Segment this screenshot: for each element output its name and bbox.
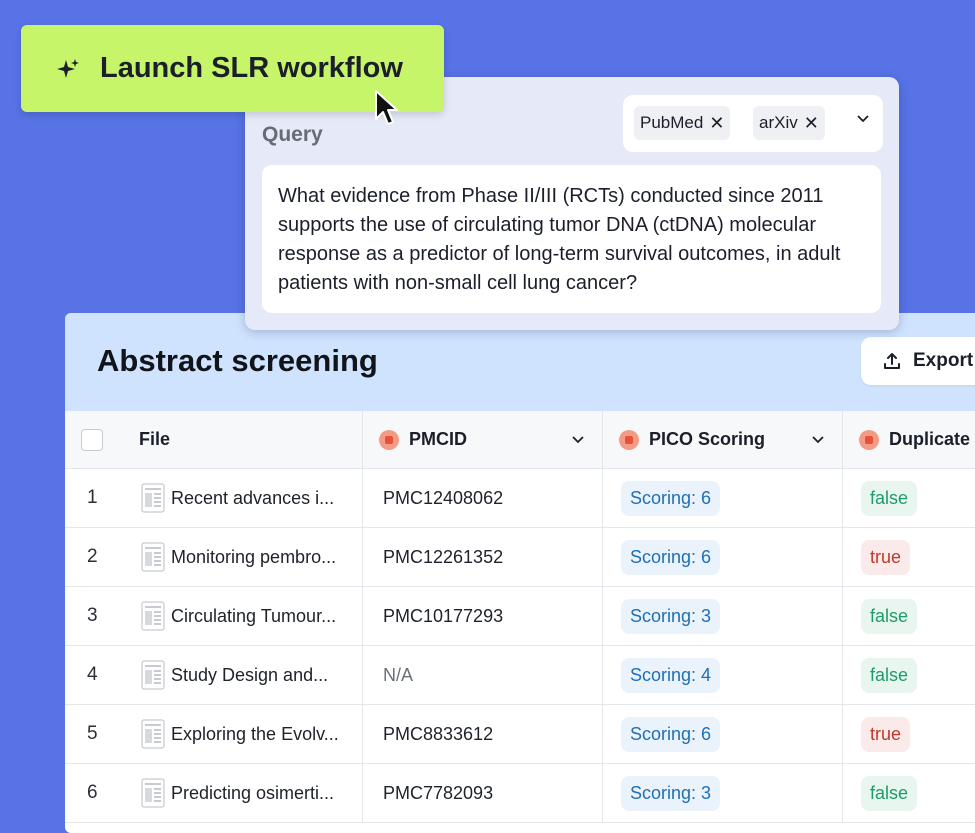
row-index: 3 (87, 605, 98, 626)
close-icon[interactable]: ✕ (709, 113, 724, 134)
export-button[interactable]: Export (861, 337, 975, 385)
document-icon (141, 719, 165, 749)
source-chip-label: arXiv (759, 113, 798, 132)
score-badge: Scoring: 6 (621, 480, 721, 516)
row-index: 2 (87, 546, 98, 567)
document-icon (141, 778, 165, 808)
pmcid-value: PMC12261352 (383, 546, 504, 567)
table-row[interactable]: 6 Predicting osimerti... PMC7782093 Scor… (65, 763, 975, 823)
score-badge: Scoring: 3 (621, 775, 721, 811)
score-badge: Scoring: 6 (621, 539, 721, 575)
score-badge: Scoring: 3 (621, 598, 721, 634)
row-index: 4 (87, 664, 98, 685)
table-header-row: File PMCID PICO Scoring Duplicate (65, 411, 975, 469)
duplicate-badge: true (861, 539, 911, 575)
source-icon (379, 429, 399, 450)
file-name[interactable]: Study Design and... (171, 665, 328, 686)
source-icon (619, 429, 639, 450)
abstract-screening-panel: Abstract screening Export File PMCID PIC… (65, 313, 975, 833)
file-name[interactable]: Recent advances i... (171, 488, 334, 509)
duplicate-badge: false (861, 657, 918, 693)
query-input[interactable]: What evidence from Phase II/III (RCTs) c… (262, 165, 881, 313)
pmcid-value: PMC10177293 (383, 605, 504, 626)
pmcid-value: PMC8833612 (383, 723, 494, 744)
select-all-checkbox[interactable] (81, 428, 103, 451)
document-icon (141, 601, 165, 631)
row-index: 1 (87, 487, 98, 508)
table-row[interactable]: 5 Exploring the Evolv... PMC8833612 Scor… (65, 704, 975, 764)
row-index: 5 (87, 723, 98, 744)
file-name[interactable]: Exploring the Evolv... (171, 724, 339, 745)
column-header-duplicate[interactable]: Duplicate (889, 429, 970, 450)
file-name[interactable]: Monitoring pembro... (171, 547, 336, 568)
query-label: Query (262, 123, 323, 146)
page-title: Abstract screening (97, 343, 378, 378)
row-index: 6 (87, 782, 98, 803)
column-header-pmcid[interactable]: PMCID (409, 429, 467, 450)
document-icon (141, 660, 165, 690)
duplicate-badge: false (861, 598, 918, 634)
score-badge: Scoring: 6 (621, 716, 721, 752)
pmcid-value: PMC12408062 (383, 487, 504, 508)
source-chip-arxiv[interactable]: arXiv ✕ (753, 106, 825, 140)
file-name[interactable]: Circulating Tumour... (171, 606, 336, 627)
duplicate-badge: false (861, 480, 918, 516)
table-row[interactable]: 2 Monitoring pembro... PMC12261352 Scori… (65, 527, 975, 587)
source-icon (859, 429, 879, 450)
source-selector[interactable]: PubMed ✕ arXiv ✕ (623, 95, 883, 152)
screening-table: File PMCID PICO Scoring Duplicate 1 Rece… (65, 411, 975, 823)
chevron-down-icon[interactable] (812, 435, 824, 444)
chevron-down-icon[interactable] (857, 115, 869, 123)
pmcid-value: N/A (383, 664, 414, 685)
chevron-down-icon[interactable] (572, 435, 584, 444)
table-row[interactable]: 3 Circulating Tumour... PMC10177293 Scor… (65, 586, 975, 646)
table-row[interactable]: 4 Study Design and... N/A Scoring: 4 fal… (65, 645, 975, 705)
launch-label: Launch SLR workflow (100, 52, 403, 84)
score-badge: Scoring: 4 (621, 657, 721, 693)
upload-icon (884, 353, 900, 369)
document-icon (141, 542, 165, 572)
file-name[interactable]: Predicting osimerti... (171, 783, 334, 804)
document-icon (141, 483, 165, 513)
sparkle-icon (57, 58, 79, 78)
export-label: Export (913, 350, 974, 371)
pmcid-value: PMC7782093 (383, 782, 494, 803)
duplicate-badge: true (861, 716, 911, 752)
source-chip-label: PubMed (640, 113, 704, 132)
column-header-pico[interactable]: PICO Scoring (649, 429, 765, 450)
mouse-cursor-icon (375, 90, 398, 125)
table-row[interactable]: 1 Recent advances i... PMC12408062 Scori… (65, 468, 975, 528)
duplicate-badge: false (861, 775, 918, 811)
column-header-file[interactable]: File (139, 429, 170, 450)
close-icon[interactable]: ✕ (804, 113, 819, 134)
source-chip-pubmed[interactable]: PubMed ✕ (634, 106, 731, 140)
query-panel: Query PubMed ✕ arXiv ✕ What evidence fro… (245, 77, 899, 330)
